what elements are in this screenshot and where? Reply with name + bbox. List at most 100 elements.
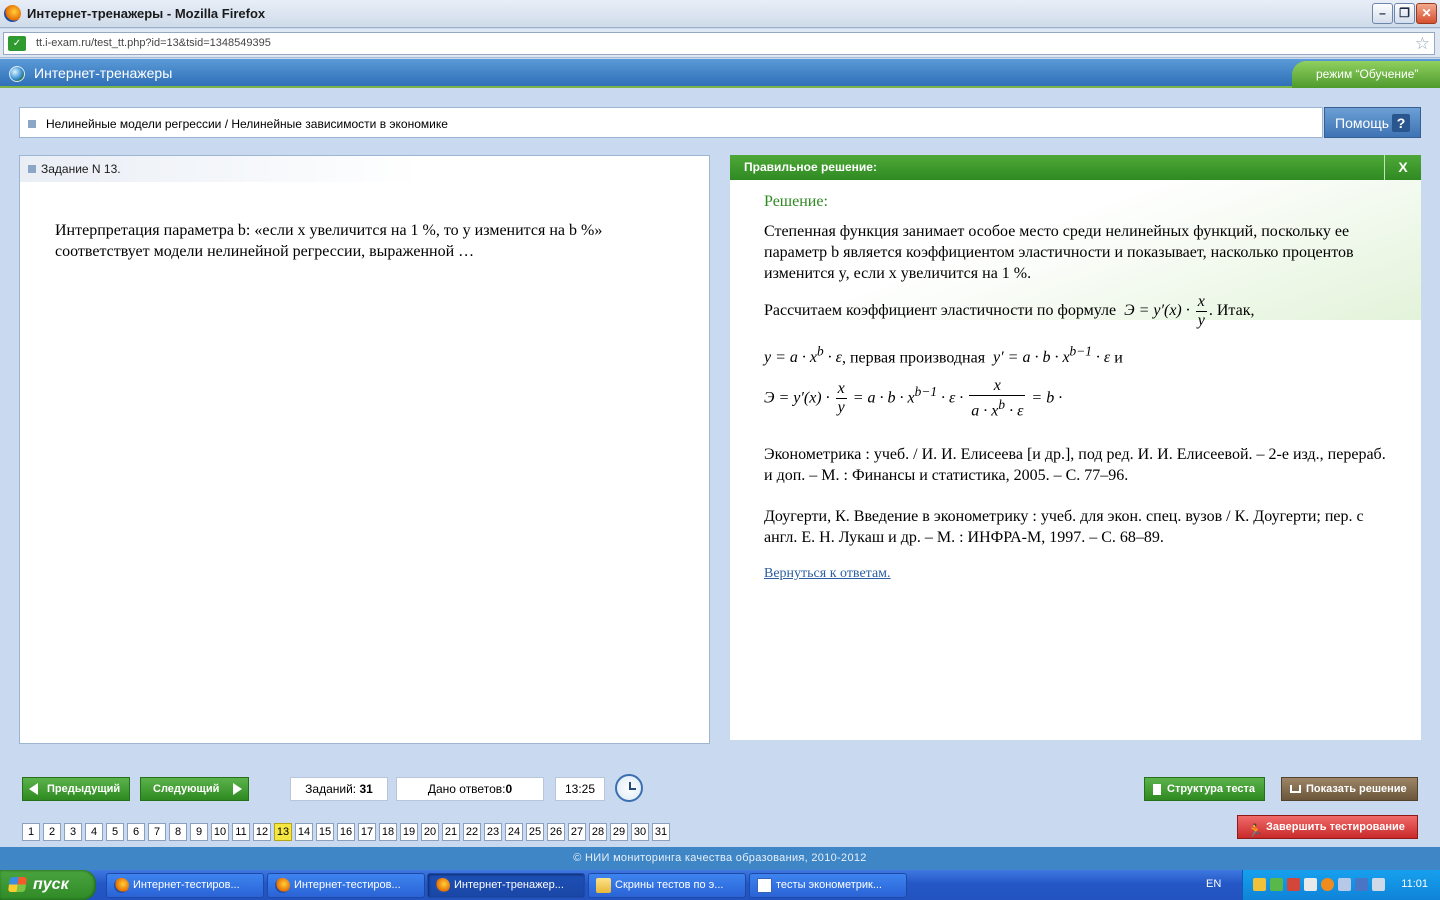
- page-number-button[interactable]: 27: [568, 823, 586, 841]
- test-structure-label: Структура теста: [1167, 783, 1256, 795]
- bookmark-star-icon[interactable]: ☆: [1415, 34, 1430, 54]
- start-label: пуск: [33, 876, 69, 893]
- page-number-button[interactable]: 9: [190, 823, 208, 841]
- back-to-answers-link[interactable]: Вернуться к ответам.: [764, 566, 891, 582]
- tasks-count-label: Заданий:: [305, 782, 357, 796]
- test-structure-button[interactable]: Структура теста: [1144, 777, 1265, 801]
- folder-icon: [596, 878, 611, 893]
- page-number-button[interactable]: 7: [148, 823, 166, 841]
- windows-logo-icon: [7, 877, 28, 892]
- next-label: Следующий: [153, 783, 220, 795]
- page-number-button[interactable]: 8: [169, 823, 187, 841]
- page-number-button[interactable]: 23: [484, 823, 502, 841]
- solution-text: Рассчитаем коэффициент эластичности по ф…: [764, 302, 1117, 320]
- derivative-line: y = a · xb · ε, первая производная y′ = …: [764, 341, 1123, 368]
- page-number-button[interactable]: 21: [442, 823, 460, 841]
- page-number-button[interactable]: 16: [337, 823, 355, 841]
- finish-test-button[interactable]: 🏃 Завершить тестирование: [1237, 815, 1418, 839]
- page-number-button[interactable]: 18: [379, 823, 397, 841]
- question-pagination: 1 2 3 4 5 6 7 8 9 10 11 12 13 14 15 16 17 18 19 20 21 22 23 24 2…: [22, 823, 670, 841]
- solution-title: Правильное решение:: [744, 160, 877, 174]
- tray-icon[interactable]: [1287, 878, 1300, 891]
- volume-icon[interactable]: [1338, 878, 1351, 891]
- previous-button[interactable]: Предыдущий: [22, 777, 130, 801]
- reference-1: Эконометрика : учеб. / И. И. Елисеева [и…: [764, 446, 1386, 484]
- solution-panel: Правильное решение: X Решение: Степенная…: [730, 155, 1421, 740]
- arrow-left-icon: [29, 783, 38, 795]
- answers-count: Дано ответов:0: [396, 777, 544, 801]
- page-number-button[interactable]: 4: [85, 823, 103, 841]
- next-button[interactable]: Следующий: [140, 777, 249, 801]
- tray-icon[interactable]: [1304, 878, 1317, 891]
- page-number-button[interactable]: 28: [589, 823, 607, 841]
- solution-text: . Итак,: [1208, 302, 1255, 320]
- site-identity-icon[interactable]: ✓: [8, 36, 26, 51]
- tray-icon[interactable]: [1355, 878, 1368, 891]
- firefox-icon: [275, 878, 290, 893]
- page-number-button[interactable]: 26: [547, 823, 565, 841]
- firefox-icon: [114, 878, 129, 893]
- breadcrumb-text: Нелинейные модели регрессии / Нелинейные…: [46, 117, 448, 131]
- page-number-button[interactable]: 29: [610, 823, 628, 841]
- page-number-button[interactable]: 11: [232, 823, 250, 841]
- elasticity-derivation-formula: Э = y′(x) · xy = a · b · xb−1 · ε · xa ·…: [764, 377, 1063, 420]
- page-number-button[interactable]: 30: [631, 823, 649, 841]
- page-number-button[interactable]: 14: [295, 823, 313, 841]
- solution-formula-line: Рассчитаем коэффициент эластичности по ф…: [764, 293, 1254, 330]
- list-icon: [1153, 784, 1161, 795]
- page-number-button[interactable]: 10: [211, 823, 229, 841]
- firefox-icon: [4, 5, 21, 22]
- page-number-button[interactable]: 20: [421, 823, 439, 841]
- bullet-square-icon: [28, 165, 36, 173]
- close-solution-button[interactable]: X: [1384, 155, 1421, 180]
- taskbar-window-button[interactable]: Интернет-тренажер...: [427, 873, 585, 898]
- tray-icon[interactable]: [1321, 878, 1334, 891]
- page-number-button[interactable]: 31: [652, 823, 670, 841]
- solution-paragraph: Степенная функция занимает особое место …: [764, 223, 1354, 282]
- taskbar-window-button[interactable]: Интернет-тестиров...: [267, 873, 425, 898]
- page-number-button[interactable]: 6: [127, 823, 145, 841]
- start-button[interactable]: пуск: [0, 870, 96, 900]
- page-number-button[interactable]: 17: [358, 823, 376, 841]
- taskbar-window-button[interactable]: Интернет-тестиров...: [106, 873, 264, 898]
- app-title: Интернет-тренажеры: [34, 65, 173, 81]
- page-number-button[interactable]: 12: [253, 823, 271, 841]
- page-number-button[interactable]: 2: [43, 823, 61, 841]
- page-number-button[interactable]: 13: [274, 823, 292, 841]
- app-header: Интернет-тренажеры режим “Обучение”: [0, 59, 1440, 88]
- solution-heading: Решение:: [764, 193, 828, 210]
- breadcrumb: Нелинейные модели регрессии / Нелинейные…: [19, 107, 1323, 138]
- task-header: Задание N 13.: [20, 156, 420, 182]
- taskbar-window-button[interactable]: тесты эконометрик...: [749, 873, 907, 898]
- page-number-button[interactable]: 24: [505, 823, 523, 841]
- maximize-button[interactable]: ❐: [1394, 3, 1415, 24]
- firefox-icon: [435, 878, 450, 893]
- previous-label: Предыдущий: [47, 783, 121, 795]
- network-icon[interactable]: [1372, 878, 1385, 891]
- power-function-formula: y = a · xb · ε: [764, 344, 842, 367]
- help-button[interactable]: Помощь ?: [1324, 107, 1421, 138]
- show-solution-button[interactable]: Показать решение: [1281, 777, 1418, 801]
- word-doc-icon: [757, 878, 772, 893]
- page-number-button[interactable]: 15: [316, 823, 334, 841]
- page-number-button[interactable]: 25: [526, 823, 544, 841]
- page-number-button[interactable]: 22: [463, 823, 481, 841]
- taskbar-window-button[interactable]: Скрины тестов по э...: [588, 873, 746, 898]
- close-window-button[interactable]: ✕: [1416, 3, 1437, 24]
- show-solution-label: Показать решение: [1306, 783, 1407, 795]
- tray-icon[interactable]: [1253, 878, 1266, 891]
- language-indicator[interactable]: EN: [1206, 878, 1221, 890]
- page-number-button[interactable]: 3: [64, 823, 82, 841]
- tasks-count-value: 31: [359, 782, 373, 796]
- elasticity-formula: Э = y′(x) · xy: [1120, 293, 1207, 329]
- page-number-button[interactable]: 5: [106, 823, 124, 841]
- page-number-button[interactable]: 1: [22, 823, 40, 841]
- url-bar[interactable]: ✓ tt.i-exam.ru/test_tt.php?id=13&tsid=13…: [3, 32, 1435, 55]
- page-number-button[interactable]: 19: [400, 823, 418, 841]
- tray-icon[interactable]: [1270, 878, 1283, 891]
- minimize-button[interactable]: –: [1372, 3, 1393, 24]
- system-tray: 11:01: [1242, 870, 1440, 900]
- finish-test-label: Завершить тестирование: [1266, 821, 1405, 833]
- task-number: Задание N 13.: [41, 162, 121, 176]
- book-icon: [1290, 785, 1301, 793]
